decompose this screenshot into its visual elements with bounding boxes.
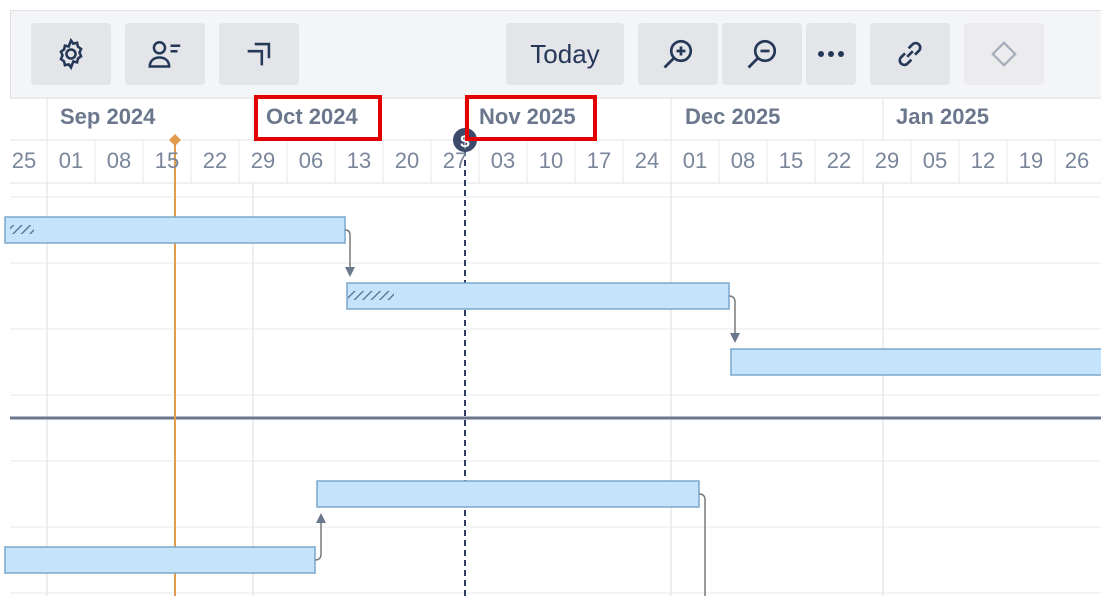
task-bar-5[interactable] — [4, 546, 316, 574]
day-label: 19 — [1018, 148, 1044, 173]
row-dividers — [10, 196, 1101, 594]
day-label: 08 — [106, 148, 132, 173]
day-label: 01 — [58, 148, 84, 173]
day-label: 20 — [394, 148, 420, 173]
day-label: 03 — [490, 148, 516, 173]
day-label: 25 — [11, 148, 37, 173]
day-label: 13 — [346, 148, 372, 173]
day-label: 10 — [538, 148, 564, 173]
day-label: 06 — [298, 148, 324, 173]
month-label: Sep 2024 — [60, 104, 156, 129]
day-label: 22 — [202, 148, 228, 173]
task-bar-2[interactable] — [346, 282, 730, 310]
day-label: 29 — [874, 148, 900, 173]
month-label: Jan 2025 — [896, 104, 989, 129]
day-label: 27 — [442, 148, 468, 173]
gantt-chart: $ — [4, 97, 1101, 596]
diamond-marker-icon[interactable] — [169, 134, 181, 146]
day-label: 01 — [682, 148, 708, 173]
day-label: 12 — [970, 148, 996, 173]
day-label: 22 — [826, 148, 852, 173]
day-label: 29 — [250, 148, 276, 173]
task-bar-1[interactable] — [4, 216, 346, 244]
day-label: 24 — [634, 148, 660, 173]
day-label: 15 — [778, 148, 804, 173]
day-label: 05 — [922, 148, 948, 173]
highlight-nov-2025 — [465, 95, 597, 141]
highlight-oct-2024 — [254, 95, 382, 141]
gantt-app: Today $ Sep 2024 Oct 2024 Nov 2025 Dec 2… — [0, 0, 1101, 596]
day-label: 26 — [1064, 148, 1090, 173]
task-bar-3[interactable] — [730, 348, 1101, 376]
task-bar-4[interactable] — [316, 480, 700, 508]
month-label: Dec 2025 — [685, 104, 781, 129]
day-label: 17 — [586, 148, 612, 173]
day-label: 15 — [154, 148, 180, 173]
day-label: 08 — [730, 148, 756, 173]
